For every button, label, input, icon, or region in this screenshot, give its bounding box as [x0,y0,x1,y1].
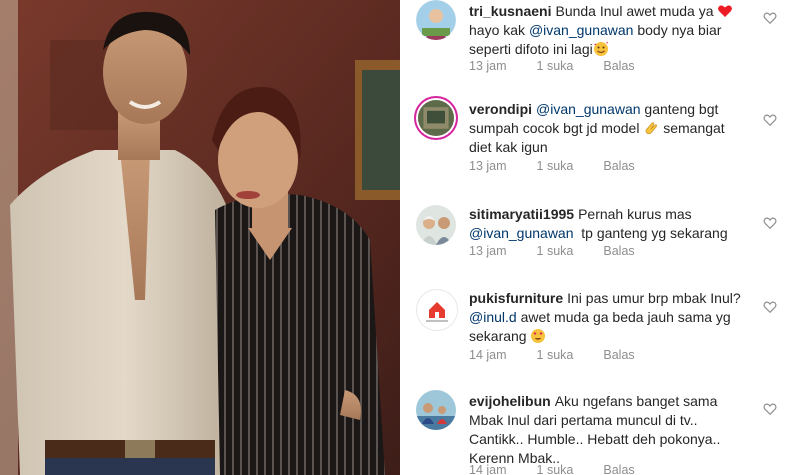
comment-meta: 13 jam 1 suka Balas [469,159,665,173]
like-heart-button[interactable] [763,402,777,416]
reply-button[interactable]: Balas [603,59,634,73]
mention-link[interactable]: @inul.d [469,309,517,325]
heart-outline-icon [763,217,777,230]
comment-meta: 14 jam 1 suka Balas [469,348,665,362]
comment-text: evijohelibun Aku ngefans banget sama Mbak… [469,392,759,468]
reply-button[interactable]: Balas [603,348,634,362]
clapping-hands-icon [646,122,658,135]
avatar[interactable] [418,100,454,136]
comment-likes[interactable]: 1 suka [537,463,574,475]
avatar[interactable] [416,289,458,331]
heart-outline-icon [763,114,777,127]
heart-outline-icon [763,403,777,416]
comment-text: tri_kusnaeni Bunda Inul awet muda ya hayo… [469,2,759,59]
comment-body: semangat [659,120,725,136]
comment-body: seperti difoto ini lagi [469,41,593,57]
comment-body: Ini pas umur brp mbak Inul? [567,290,741,306]
comment-likes[interactable]: 1 suka [537,348,574,362]
like-heart-button[interactable] [763,300,777,314]
comment-body: sumpah cocok bgt jd model [469,120,640,136]
comment-body: Pernah kurus mas [578,206,692,222]
reply-button[interactable]: Balas [603,159,634,173]
comment-username[interactable]: sitimaryatii1995 [469,206,574,222]
post-photo [0,0,400,475]
user-avatar-icon [416,205,456,245]
comment-body: diet kak igun [469,139,548,155]
heart-eyes-face-icon [531,329,546,343]
reply-button[interactable]: Balas [603,463,634,475]
heart-outline-icon [763,301,777,314]
comment-body: awet muda ga beda jauh sama yg [516,309,731,325]
comment-body: Bunda Inul awet muda ya [555,3,714,19]
user-avatar-icon [416,0,456,40]
like-heart-button[interactable] [763,216,777,230]
comment-body: Aku ngefans banget sama [554,393,718,409]
mention-link[interactable]: @ivan_gunawan [536,101,641,117]
comment-text: sitimaryatii1995 Pernah kurus mas @ivan_g… [469,205,759,243]
comments-panel: tri_kusnaeni Bunda Inul awet muda ya hayo… [400,0,800,475]
comment-time: 13 jam [469,59,507,73]
mention-link[interactable]: @ivan_gunawan [469,225,574,241]
comment-time: 13 jam [469,244,507,258]
reply-button[interactable]: Balas [603,244,634,258]
avatar[interactable] [416,205,456,245]
comment-time: 14 jam [469,348,507,362]
comment-meta: 13 jam 1 suka Balas [469,59,665,73]
comment-body: Cantikk.. Humble.. Hebatt deh pokonya.. [469,431,721,447]
comment-body: body nya biar [633,22,722,38]
like-heart-button[interactable] [763,11,777,25]
comment-time: 13 jam [469,159,507,173]
red-heart-icon [718,5,733,17]
user-avatar-icon [416,390,456,430]
comment-meta: 13 jam 1 suka Balas [469,244,665,258]
comment-username[interactable]: tri_kusnaeni [469,3,551,19]
comment-time: 14 jam [469,463,507,475]
comment-username[interactable]: evijohelibun [469,393,551,409]
comment-body: hayo kak [469,22,529,38]
avatar[interactable] [416,0,456,40]
comment-body: ganteng bgt [640,101,719,117]
comment-likes[interactable]: 1 suka [537,159,574,173]
comment-body: tp ganteng yg sekarang [573,225,728,241]
avatar[interactable] [416,390,456,430]
comment-body: Mbak Inul dari pertama muncul di tv.. [469,412,698,428]
photo-image [0,0,400,475]
comment-username[interactable]: verondipi [469,101,532,117]
smiling-hearts-face-icon [593,41,608,56]
heart-outline-icon [763,12,777,25]
user-avatar-icon [418,100,454,136]
house-logo-icon [417,290,457,330]
comment-username[interactable]: pukisfurniture [469,290,563,306]
comment-text: pukisfurniture Ini pas umur brp mbak Inul… [469,289,759,346]
comment-likes[interactable]: 1 suka [537,244,574,258]
like-heart-button[interactable] [763,113,777,127]
comment-likes[interactable]: 1 suka [537,59,574,73]
comment-meta: 14 jam 1 suka Balas [469,463,665,475]
mention-link[interactable]: @ivan_gunawan [529,22,634,38]
comment-body: sekarang [469,328,527,344]
comment-text: verondipi @ivan_gunawan ganteng bgt sumpa… [469,100,759,157]
